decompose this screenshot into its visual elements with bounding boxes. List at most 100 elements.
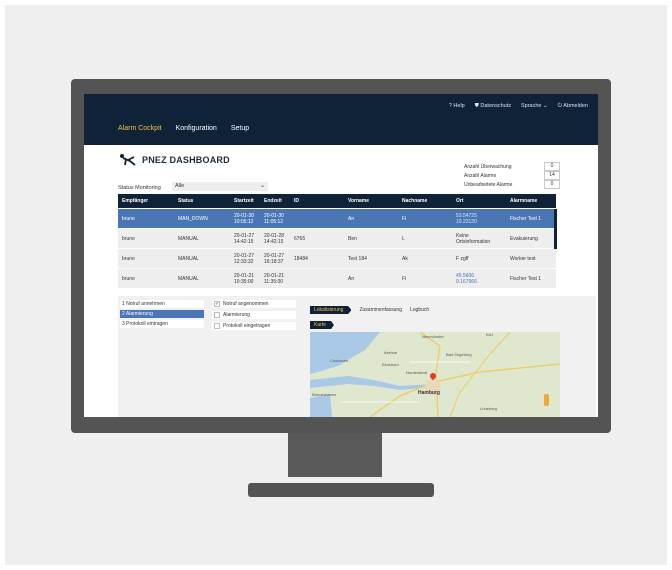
table-cell: 20-01-27 16:18:37 — [264, 252, 285, 265]
language-menu[interactable]: Sprache ⌄ — [521, 103, 548, 110]
privacy-label: Datenschutz — [480, 103, 511, 109]
main-nav: Alarm Cockpit Konfiguration Setup — [118, 125, 249, 132]
nav-alarm-cockpit[interactable]: Alarm Cockpit — [118, 125, 162, 132]
table-cell: Fischer Test 1 — [510, 275, 542, 282]
count-value: 14 — [544, 171, 560, 180]
checklist-label: Notruf angenommen — [223, 301, 269, 307]
table-cell: Keine Ortsinformation — [456, 232, 491, 245]
count-row: Anzahl Alarme 14 — [464, 171, 560, 180]
table-cell: Ben — [348, 235, 357, 242]
falling-person-icon — [118, 153, 136, 170]
chevron-down-icon: ⌄ — [543, 103, 548, 109]
step-item[interactable]: 2 Alarmierung — [120, 310, 204, 318]
map-place-label: Bremerhaven — [312, 392, 337, 397]
table-cell: F zgff — [456, 255, 469, 262]
nav-konfiguration[interactable]: Konfiguration — [176, 125, 217, 132]
tab-lokalisierung[interactable]: Lokalisierung — [310, 306, 352, 314]
monitor-neck — [288, 433, 382, 477]
table-cell: Worker test — [510, 255, 536, 262]
status-monitoring-value: Alle — [175, 183, 185, 189]
checklist-item[interactable]: ✓ Notruf angenommen — [212, 300, 296, 308]
logout-link[interactable]: ⏻ Abmelden — [558, 103, 588, 110]
checklist-label: Protokoll eingetragen — [223, 323, 271, 329]
table-cell: bruno — [122, 275, 135, 282]
table-row[interactable]: bruno MANUAL 20-01-27 14:42:15 20-01-28 … — [118, 229, 556, 248]
table-cell: Evakuierung — [510, 235, 538, 242]
step-item[interactable]: 1 Notruf annehmen — [120, 300, 204, 308]
count-label: Anzahl Alarme — [464, 172, 497, 179]
checkbox[interactable] — [214, 312, 220, 318]
count-value: 0 — [544, 180, 560, 189]
table-scrollbar[interactable] — [554, 209, 557, 249]
count-label: Unbearbeitete Alarme — [464, 181, 513, 188]
table-cell: 20-01-28 14:42:15 — [264, 232, 285, 245]
table-cell: MANUAL — [178, 235, 199, 242]
count-value: 0 — [544, 162, 560, 171]
column-header[interactable]: ID — [290, 198, 344, 204]
street-view-icon[interactable] — [544, 394, 549, 406]
page-title: PNEZ DASHBOARD — [142, 155, 230, 165]
column-header[interactable]: Ort — [452, 198, 506, 204]
checklist-label: Alarmierung — [223, 312, 250, 318]
table-cell: bruno — [122, 215, 135, 222]
location-map[interactable]: Neumünster Kiel Cuxhaven Itzehoe Bad Seg… — [310, 332, 560, 417]
privacy-link[interactable]: ⛊ Datenschutz — [475, 103, 511, 110]
column-header[interactable]: Startzeit — [230, 198, 260, 204]
location-link[interactable]: 49.5606 9.167966 — [452, 273, 506, 285]
column-header[interactable]: Endzeit — [260, 198, 290, 204]
monitor-stand — [248, 483, 434, 497]
table-cell: 18484 — [294, 255, 308, 262]
nav-setup[interactable]: Setup — [231, 125, 249, 132]
alarm-counts: Anzahl Überwachung 0 Anzahl Alarme 14 Unbe… — [464, 162, 560, 189]
count-label: Anzahl Überwachung — [464, 163, 512, 170]
help-link[interactable]: ? Help — [449, 103, 465, 110]
table-row[interactable]: bruno MANUAL 20-01-21 10:35:00 20-01-21 … — [118, 269, 556, 288]
table-cell: An — [348, 275, 355, 282]
workflow-steps: 1 Notruf annehmen 2 Alarmierung 3 Protok… — [120, 300, 204, 330]
table-cell: L — [402, 235, 405, 242]
map-place-label: Cuxhaven — [330, 358, 349, 363]
column-header[interactable]: Vorname — [344, 198, 398, 204]
table-cell: 20-01-27 14:42:15 — [234, 232, 255, 245]
table-cell: 20-01-30 11:05:12 — [264, 212, 285, 225]
checklist-item[interactable]: Alarmierung — [212, 311, 296, 319]
table-row[interactable]: bruno MANUAL 20-01-27 12:33:32 20-01-27 … — [118, 249, 556, 268]
column-header[interactable]: Status — [174, 198, 230, 204]
table-row[interactable]: bruno MAN_DOWN 20-01-30 10:05:12 20-01-3… — [118, 209, 556, 228]
table-cell: 20-01-21 11:35:00 — [264, 272, 285, 285]
table-cell: 20-01-30 10:05:12 — [234, 212, 255, 225]
count-row: Unbearbeitete Alarme 0 — [464, 180, 560, 189]
column-header[interactable]: Nachname — [398, 198, 452, 204]
table-cell: 6765 — [294, 235, 306, 242]
checkbox[interactable] — [214, 323, 220, 329]
table-cell: Fi — [402, 215, 407, 222]
table-header: Empfänger Status Startzeit Endzeit ID Vo… — [118, 194, 556, 208]
tab-logbuch[interactable]: Logbuch — [410, 307, 429, 313]
tab-zusammenfassung[interactable]: Zusammenfassung — [359, 307, 402, 313]
table-cell: 20-01-27 12:33:32 — [234, 252, 255, 265]
alarm-table: Empfänger Status Startzeit Endzeit ID Vo… — [118, 194, 556, 288]
table-cell: MANUAL — [178, 255, 199, 262]
map-tab[interactable]: Karte — [310, 321, 334, 329]
workflow-checklist: ✓ Notruf angenommen Alarmierung Protokoll… — [212, 300, 296, 333]
table-cell: Test 184 — [348, 255, 367, 262]
column-header[interactable]: Alarmname — [506, 198, 556, 204]
table-cell: bruno — [122, 255, 135, 262]
table-cell: Fischer Test 1 — [510, 215, 542, 222]
table-cell: MANUAL — [178, 275, 199, 282]
checkbox-checked[interactable]: ✓ — [214, 301, 220, 307]
table-cell: Ak — [402, 255, 408, 262]
status-monitoring-select[interactable]: Alle ⌄ — [172, 182, 268, 191]
map-place-label: Kiel — [486, 332, 493, 337]
count-row: Anzahl Überwachung 0 — [464, 162, 560, 171]
power-icon: ⏻ — [557, 103, 562, 109]
location-link[interactable]: 53.54725 10.23130 — [452, 213, 506, 225]
alarm-detail-panel: 1 Notruf annehmen 2 Alarmierung 3 Protok… — [118, 296, 596, 417]
table-cell: bruno — [122, 235, 135, 242]
column-header[interactable]: Empfänger — [118, 198, 174, 204]
detail-tabs: Lokalisierung Zusammenfassung Logbuch — [310, 306, 429, 314]
map-place-label: Itzehoe — [384, 350, 398, 355]
checklist-item[interactable]: Protokoll eingetragen — [212, 322, 296, 330]
step-item[interactable]: 3 Protokoll eintragen — [120, 320, 204, 328]
map-place-label: Elmshorn — [382, 362, 399, 367]
